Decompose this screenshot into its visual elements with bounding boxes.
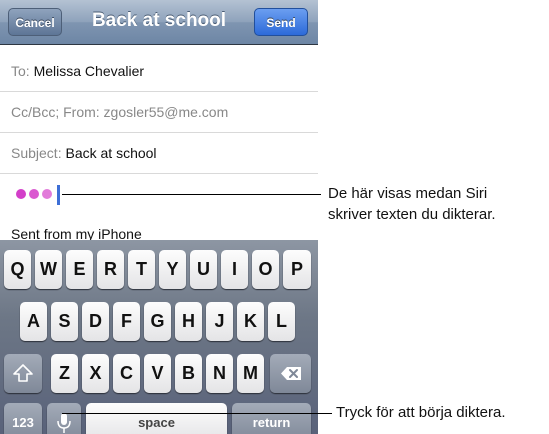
dictation-dot-icon: [42, 189, 52, 199]
to-recipient[interactable]: Melissa Chevalier: [34, 63, 144, 79]
navigation-bar: Cancel Back at school Send: [0, 0, 318, 45]
text-cursor: [57, 185, 60, 205]
key-v[interactable]: V: [144, 354, 171, 393]
cancel-button[interactable]: Cancel: [8, 8, 62, 36]
microphone-icon: [57, 413, 71, 433]
key-x[interactable]: X: [82, 354, 109, 393]
siri-callout-text-line1: De här visas medan Siri: [328, 185, 488, 202]
dictation-dot-icon: [16, 189, 26, 199]
key-k[interactable]: K: [237, 302, 264, 341]
key-n[interactable]: N: [206, 354, 233, 393]
key-c[interactable]: C: [113, 354, 140, 393]
key-y[interactable]: Y: [159, 250, 186, 289]
key-r[interactable]: R: [97, 250, 124, 289]
mic-callout-line: [62, 413, 332, 414]
siri-callout-text-line2: skriver texten du dikterar.: [328, 206, 496, 223]
key-s[interactable]: S: [51, 302, 78, 341]
key-l[interactable]: L: [268, 302, 295, 341]
key-u[interactable]: U: [190, 250, 217, 289]
key-j[interactable]: J: [206, 302, 233, 341]
dictation-dot-icon: [29, 189, 39, 199]
key-d[interactable]: D: [82, 302, 109, 341]
numbers-key[interactable]: 123: [4, 403, 42, 434]
page-title: Back at school: [91, 10, 227, 31]
backspace-icon: [281, 367, 301, 380]
key-w[interactable]: W: [35, 250, 62, 289]
key-h[interactable]: H: [175, 302, 202, 341]
key-t[interactable]: T: [128, 250, 155, 289]
key-i[interactable]: I: [221, 250, 248, 289]
dictation-key[interactable]: [47, 403, 81, 434]
key-m[interactable]: M: [237, 354, 264, 393]
key-z[interactable]: Z: [51, 354, 78, 393]
siri-callout-line: [62, 194, 321, 195]
shift-icon: [13, 364, 33, 382]
to-label: To:: [11, 63, 30, 79]
delete-key[interactable]: [270, 354, 311, 393]
return-key[interactable]: return: [232, 403, 311, 434]
to-field[interactable]: To: Melissa Chevalier: [0, 51, 318, 92]
keyboard: Q W E R T Y U I O P A S D F G H J K L Z …: [0, 240, 318, 434]
subject-value[interactable]: Back at school: [65, 145, 156, 161]
mic-callout-text: Tryck för att börja diktera.: [336, 404, 506, 421]
key-b[interactable]: B: [175, 354, 202, 393]
space-key[interactable]: space: [86, 403, 227, 434]
key-f[interactable]: F: [113, 302, 140, 341]
key-g[interactable]: G: [144, 302, 171, 341]
message-body[interactable]: Sent from my iPhone: [0, 174, 318, 244]
subject-field[interactable]: Subject: Back at school: [0, 133, 318, 174]
mail-compose-screen: Cancel Back at school Send To: Melissa C…: [0, 0, 318, 434]
shift-key[interactable]: [4, 354, 42, 393]
cc-bcc-from-text: Cc/Bcc; From: zgosler55@me.com: [11, 104, 229, 120]
key-p[interactable]: P: [283, 250, 311, 289]
cc-bcc-from-field[interactable]: Cc/Bcc; From: zgosler55@me.com: [0, 92, 318, 133]
key-o[interactable]: O: [252, 250, 279, 289]
key-e[interactable]: E: [66, 250, 93, 289]
key-q[interactable]: Q: [4, 250, 31, 289]
subject-label: Subject:: [11, 145, 62, 161]
key-a[interactable]: A: [20, 302, 47, 341]
send-button[interactable]: Send: [254, 8, 308, 36]
